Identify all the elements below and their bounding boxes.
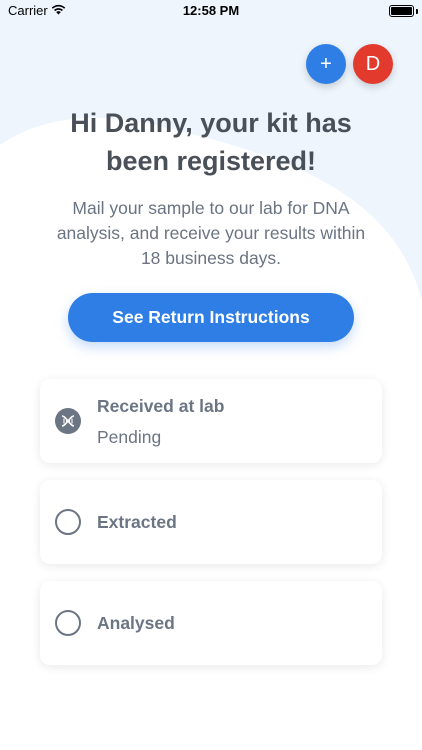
step-title: Received at lab xyxy=(97,396,225,416)
empty-circle-icon xyxy=(55,509,81,535)
page-title-line-2: been registered! xyxy=(105,146,317,176)
subtitle-line-2: analysis, and receive your results withi… xyxy=(56,223,366,243)
page-subtitle: Mail your sample to our lab for DNA anal… xyxy=(30,196,392,271)
avatar[interactable]: D xyxy=(353,44,393,84)
dna-icon xyxy=(55,408,81,434)
plus-icon: + xyxy=(320,52,332,75)
subtitle-line-1: Mail your sample to our lab for DNA xyxy=(72,198,350,218)
subtitle-line-3: 18 business days. xyxy=(140,248,282,268)
status-bar: Carrier 12:58 PM xyxy=(0,0,422,22)
step-title: Analysed xyxy=(97,613,175,633)
battery-icon xyxy=(389,5,414,17)
step-status: Pending xyxy=(97,427,162,447)
avatar-initial: D xyxy=(365,52,381,75)
battery-tip xyxy=(416,9,418,14)
step-card-analysed[interactable]: Analysed xyxy=(40,581,382,665)
clock: 12:58 PM xyxy=(182,3,240,18)
step-title: Extracted xyxy=(97,512,177,532)
page-title-line-1: Hi Danny, your kit has xyxy=(70,108,352,138)
empty-circle-icon xyxy=(55,610,81,636)
page-title: Hi Danny, your kit has been registered! xyxy=(20,104,402,180)
step-card-received[interactable]: Received at lab Pending xyxy=(40,379,382,463)
see-return-instructions-button[interactable]: See Return Instructions xyxy=(68,293,354,342)
add-button[interactable]: + xyxy=(306,44,346,84)
step-card-extracted[interactable]: Extracted xyxy=(40,480,382,564)
